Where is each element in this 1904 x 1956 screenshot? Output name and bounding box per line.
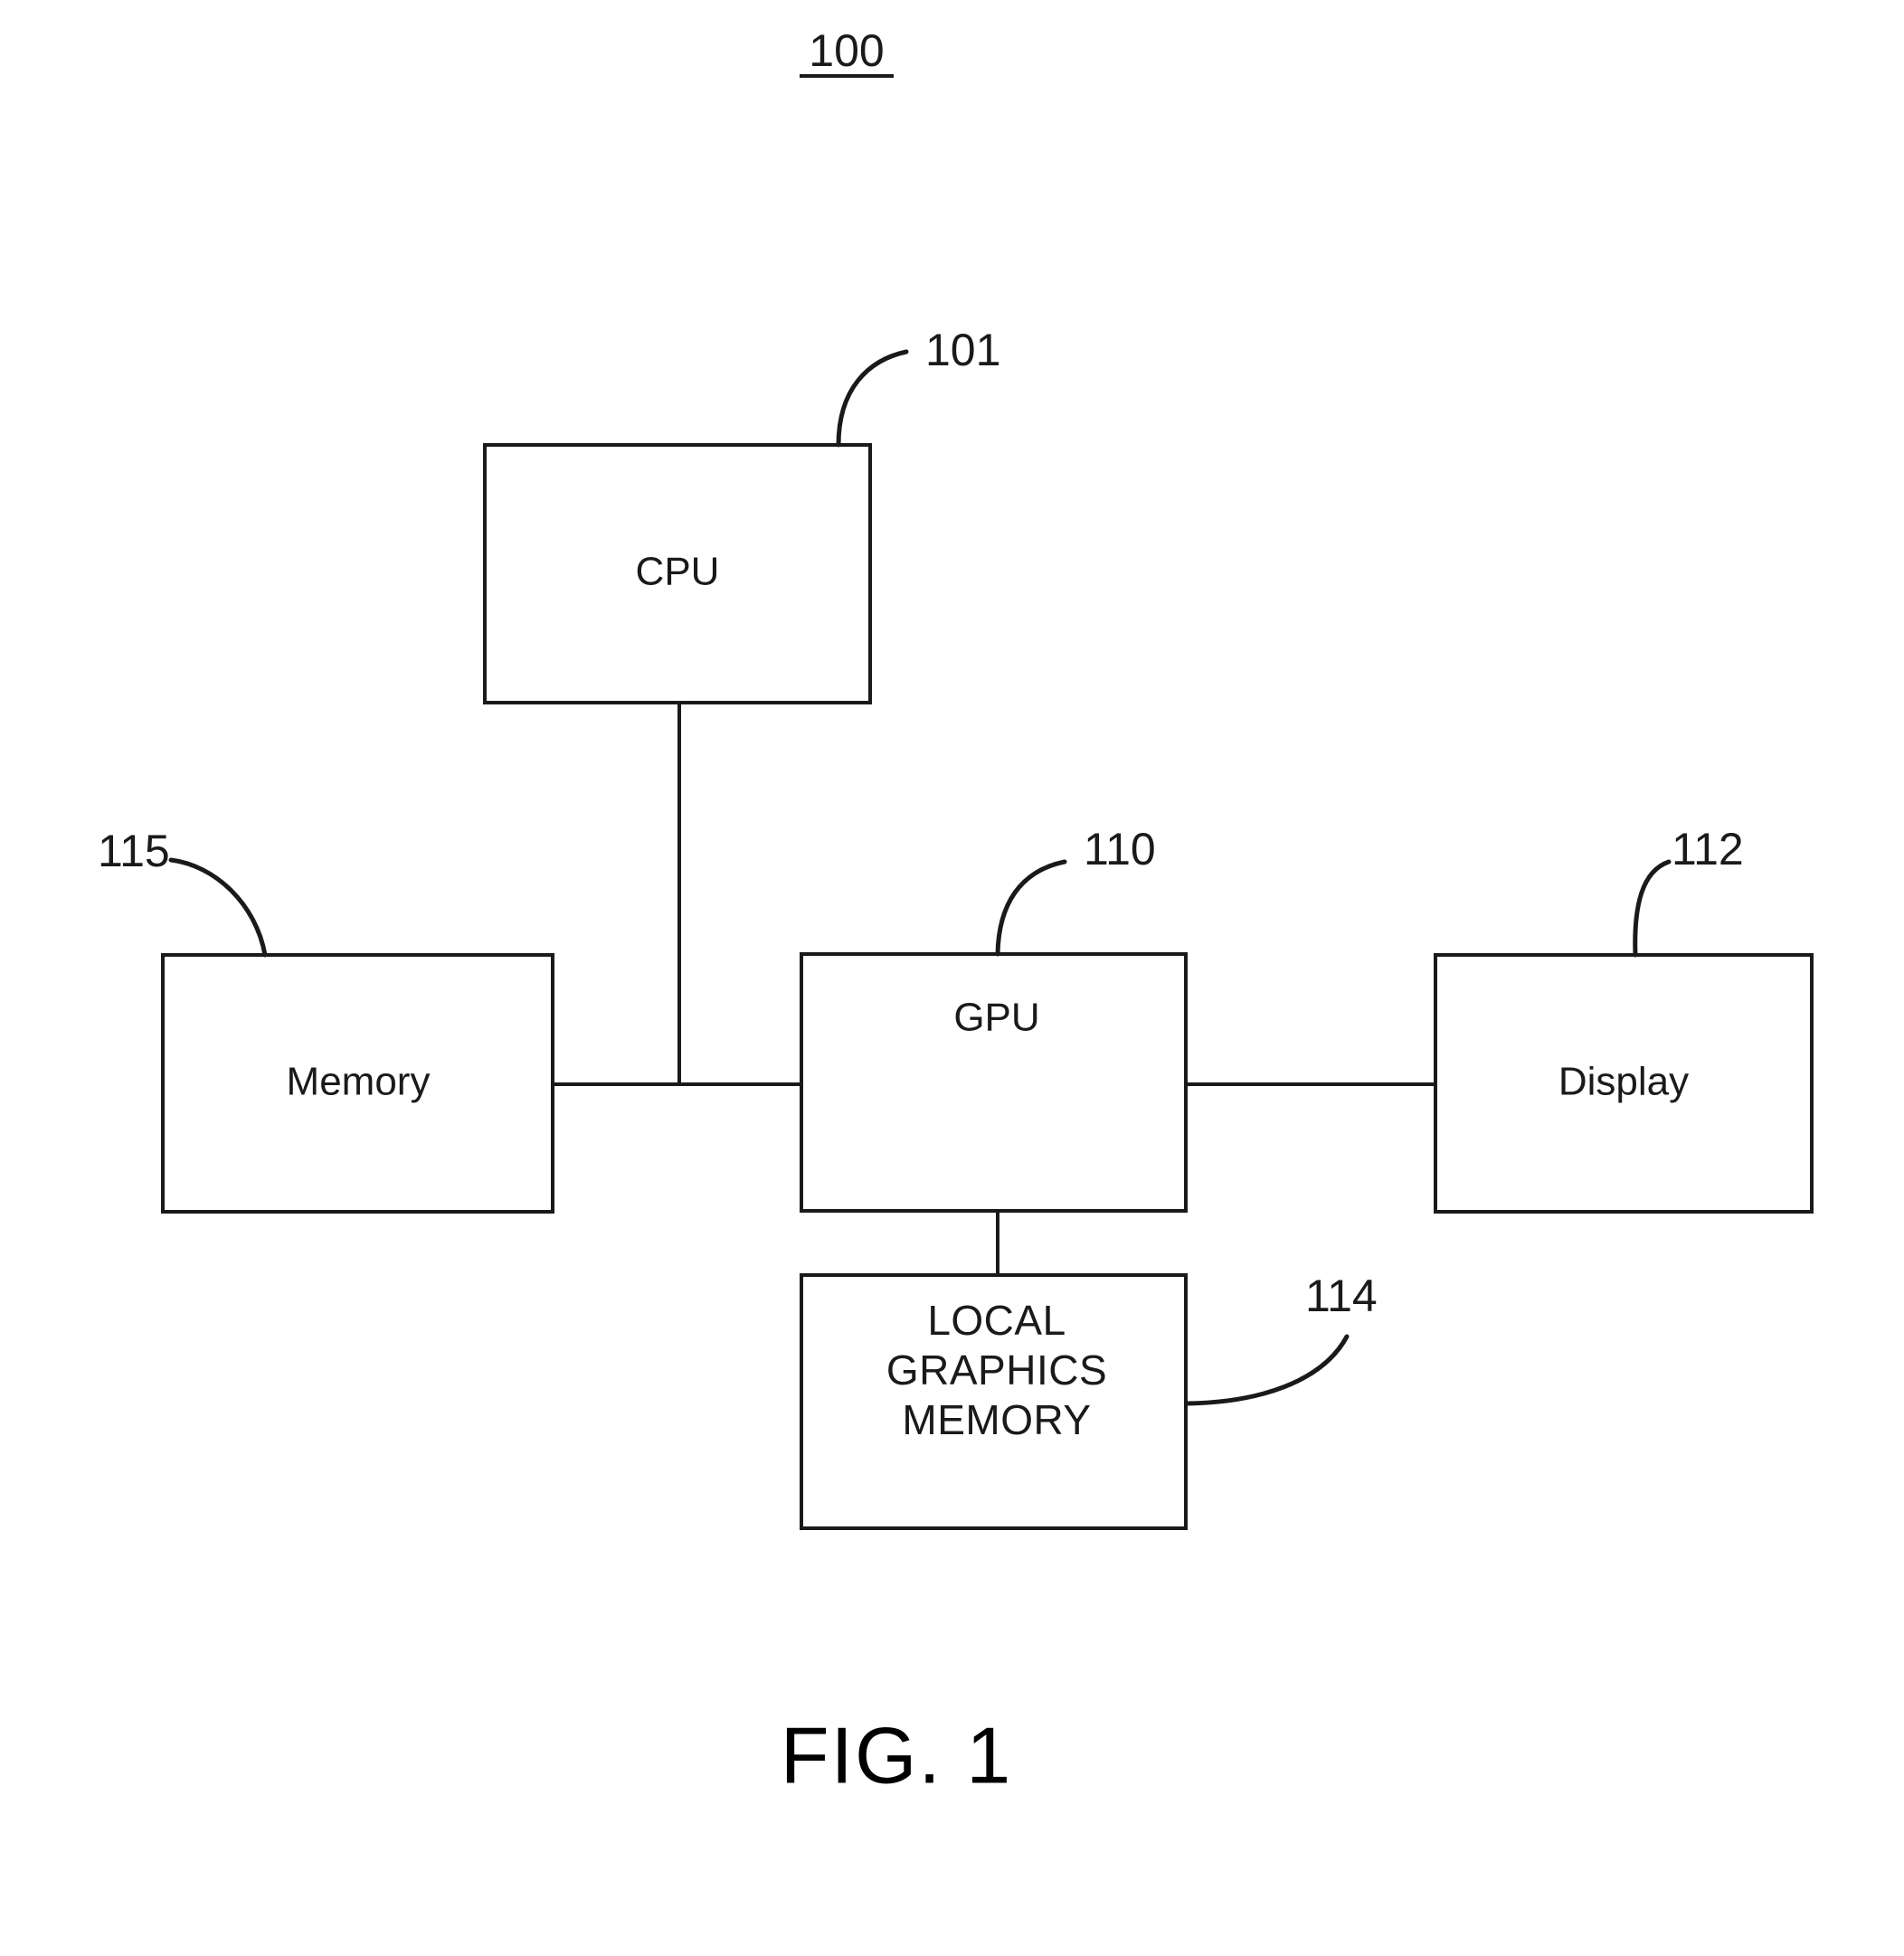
leader-line-110 (995, 859, 1067, 957)
ref-numeral-110: 110 (1084, 824, 1156, 874)
block-local-graphics-memory-label-line1: LOCAL (927, 1297, 1066, 1344)
block-local-graphics-memory-label-line2: GRAPHICS (886, 1347, 1107, 1394)
figure-canvas: 100 CPU 101 Memory 115 GPU 110 Display 1… (98, 25, 1814, 1800)
patent-figure: 100 CPU 101 Memory 115 GPU 110 Display 1… (0, 0, 1904, 1956)
ref-numeral-114: 114 (1305, 1271, 1378, 1321)
ref-numeral-101: 101 (925, 325, 1000, 375)
block-memory-label: Memory (287, 1060, 431, 1104)
block-gpu (800, 952, 1188, 1213)
block-cpu-label: CPU (636, 550, 720, 594)
block-gpu-label: GPU (953, 996, 1039, 1040)
leader-line-101 (836, 349, 909, 448)
ref-numeral-115: 115 (98, 826, 170, 876)
leader-line-115 (168, 857, 268, 958)
leader-line-112 (1633, 859, 1672, 958)
ref-numeral-112: 112 (1672, 824, 1744, 874)
figure-title-numeral: 100 (809, 25, 884, 76)
block-display-label: Display (1558, 1060, 1689, 1104)
figure-caption: FIG. 1 (781, 1710, 1013, 1800)
leader-line-114 (1184, 1334, 1350, 1406)
block-local-graphics-memory-label-line3: MEMORY (902, 1396, 1091, 1443)
